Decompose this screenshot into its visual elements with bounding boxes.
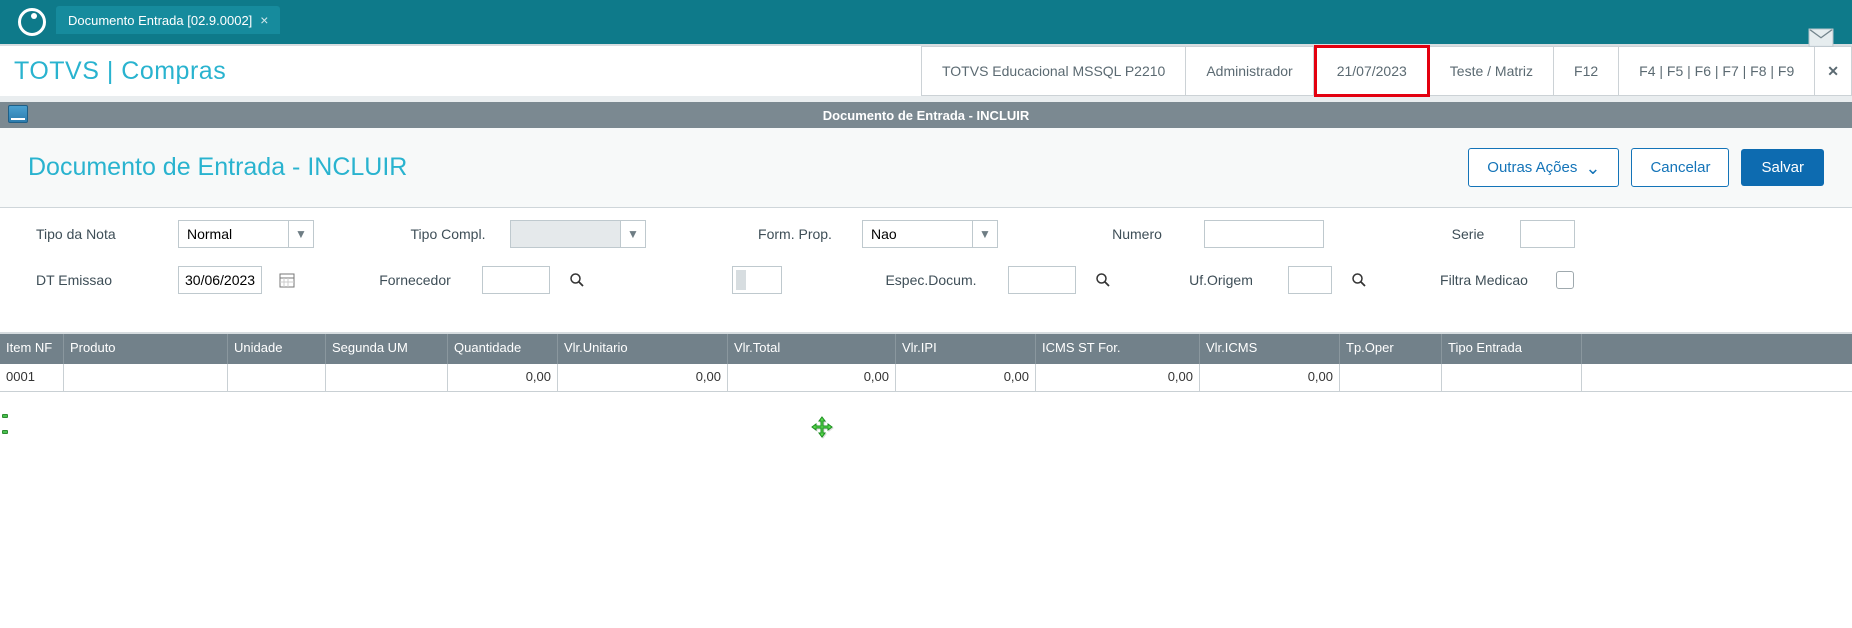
app-title: TOTVS | Compras xyxy=(0,57,226,86)
save-label: Salvar xyxy=(1761,159,1804,176)
page-actions: Outras Ações ⌄ Cancelar Salvar xyxy=(1468,148,1824,187)
subtitle-text: Documento de Entrada - INCLUIR xyxy=(823,108,1030,123)
app-header: TOTVS | Compras TOTVS Educacional MSSQL … xyxy=(0,44,1852,96)
dropdown-arrow-icon[interactable]: ▼ xyxy=(620,220,646,248)
other-actions-button[interactable]: Outras Ações ⌄ xyxy=(1468,148,1619,187)
col-tp-oper[interactable]: Tp.Oper xyxy=(1340,334,1442,364)
cell-produto[interactable] xyxy=(64,364,228,391)
marker-dot xyxy=(2,414,8,418)
form-prop-value[interactable] xyxy=(862,220,972,248)
cell-tipo-entrada[interactable] xyxy=(1442,364,1582,391)
cell-icms-st-for[interactable]: 0,00 xyxy=(1036,364,1200,391)
cell-vlr-ipi[interactable]: 0,00 xyxy=(896,364,1036,391)
cell-item[interactable]: 0001 xyxy=(0,364,64,391)
page-head: Documento de Entrada - INCLUIR Outras Aç… xyxy=(0,128,1852,208)
dropdown-arrow-icon[interactable]: ▼ xyxy=(972,220,998,248)
header-info-cells: TOTVS Educacional MSSQL P2210 Administra… xyxy=(921,46,1852,96)
cell-vlr-icms[interactable]: 0,00 xyxy=(1200,364,1340,391)
tipo-compl-value[interactable] xyxy=(510,220,620,248)
label-espec-docum: Espec.Docum. xyxy=(866,272,996,288)
uf-origem-input[interactable] xyxy=(1288,266,1332,294)
dropdown-arrow-icon[interactable]: ▼ xyxy=(288,220,314,248)
col-vlr-ipi[interactable]: Vlr.IPI xyxy=(896,334,1036,364)
cell-quantidade[interactable]: 0,00 xyxy=(448,364,558,391)
label-form-prop: Form. Prop. xyxy=(740,226,850,242)
col-unidade[interactable]: Unidade xyxy=(228,334,326,364)
label-filtra-medicao: Filtra Medicao xyxy=(1424,272,1544,288)
header-user[interactable]: Administrador xyxy=(1186,46,1313,96)
col-quantidade[interactable]: Quantidade xyxy=(448,334,558,364)
col-icms-st-for[interactable]: ICMS ST For. xyxy=(1036,334,1200,364)
search-icon[interactable] xyxy=(1092,269,1114,291)
window-restore-icon[interactable] xyxy=(8,105,28,123)
save-button[interactable]: Salvar xyxy=(1741,149,1824,186)
cell-tp-oper[interactable] xyxy=(1340,364,1442,391)
search-icon[interactable] xyxy=(566,269,588,291)
header-close-button[interactable]: ✕ xyxy=(1815,46,1852,96)
other-actions-label: Outras Ações xyxy=(1487,159,1577,176)
form-area: Tipo da Nota ▼ Tipo Compl. ▼ Form. Prop.… xyxy=(0,208,1852,332)
col-vlr-total[interactable]: Vlr.Total xyxy=(728,334,896,364)
grid-header: Item NF Produto Unidade Segunda UM Quant… xyxy=(0,334,1852,364)
header-branch[interactable]: Teste / Matriz xyxy=(1430,46,1554,96)
espec-docum-input[interactable] xyxy=(1008,266,1076,294)
label-fornecedor: Fornecedor xyxy=(360,272,470,288)
label-tipo-nota: Tipo da Nota xyxy=(36,226,166,242)
label-dt-emissao: DT Emissao xyxy=(36,272,166,288)
loja-input[interactable] xyxy=(732,266,782,294)
serie-input[interactable] xyxy=(1520,220,1575,248)
mail-icon[interactable] xyxy=(1808,28,1834,46)
header-env[interactable]: TOTVS Educacional MSSQL P2210 xyxy=(922,46,1186,96)
cancel-button[interactable]: Cancelar xyxy=(1631,148,1729,187)
app-logo-icon xyxy=(18,8,46,36)
fornecedor-input[interactable] xyxy=(482,266,550,294)
cell-vlr-total[interactable]: 0,00 xyxy=(728,364,896,391)
form-row-2: DT Emissao Fornecedor Espec.Docum. Uf.Or… xyxy=(36,266,1816,294)
tipo-nota-value[interactable] xyxy=(178,220,288,248)
label-numero: Numero xyxy=(1082,226,1192,242)
label-uf-origem: Uf.Origem xyxy=(1166,272,1276,288)
dt-emissao-input[interactable] xyxy=(178,266,262,294)
subtitle-bar: Documento de Entrada - INCLUIR xyxy=(0,102,1852,128)
title-bar: Documento Entrada [02.9.0002] × xyxy=(0,0,1852,44)
header-date[interactable]: 21/07/2023 xyxy=(1314,45,1430,97)
search-icon[interactable] xyxy=(1348,269,1370,291)
col-tipo-entrada[interactable]: Tipo Entrada xyxy=(1442,334,1582,364)
cell-vlr-unitario[interactable]: 0,00 xyxy=(558,364,728,391)
marker-dot xyxy=(2,430,8,434)
col-item[interactable]: Item NF xyxy=(0,334,64,364)
col-vlr-unitario[interactable]: Vlr.Unitario xyxy=(558,334,728,364)
calendar-icon[interactable] xyxy=(276,269,298,291)
cancel-label: Cancelar xyxy=(1650,159,1710,176)
tab-close-icon[interactable]: × xyxy=(260,12,268,28)
label-tipo-compl: Tipo Compl. xyxy=(398,226,498,242)
tab-title: Documento Entrada [02.9.0002] xyxy=(68,13,252,28)
col-segunda-um[interactable]: Segunda UM xyxy=(326,334,448,364)
col-vlr-icms[interactable]: Vlr.ICMS xyxy=(1200,334,1340,364)
header-f12[interactable]: F12 xyxy=(1554,46,1619,96)
cell-segunda-um[interactable] xyxy=(326,364,448,391)
numero-input[interactable] xyxy=(1204,220,1324,248)
tipo-compl-select[interactable]: ▼ xyxy=(510,220,646,248)
col-produto[interactable]: Produto xyxy=(64,334,228,364)
window-tab[interactable]: Documento Entrada [02.9.0002] × xyxy=(56,6,280,34)
form-prop-select[interactable]: ▼ xyxy=(862,220,998,248)
page-title: Documento de Entrada - INCLUIR xyxy=(28,153,407,182)
header-fkeys[interactable]: F4 | F5 | F6 | F7 | F8 | F9 xyxy=(1619,46,1815,96)
label-serie: Serie xyxy=(1428,226,1508,242)
tipo-nota-select[interactable]: ▼ xyxy=(178,220,314,248)
table-row[interactable]: 0001 0,00 0,00 0,00 0,00 0,00 0,00 xyxy=(0,364,1852,392)
form-row-1: Tipo da Nota ▼ Tipo Compl. ▼ Form. Prop.… xyxy=(36,220,1816,248)
items-grid: Item NF Produto Unidade Segunda UM Quant… xyxy=(0,332,1852,392)
cell-unidade[interactable] xyxy=(228,364,326,391)
move-cursor-icon xyxy=(811,416,833,443)
filtra-medicao-checkbox[interactable] xyxy=(1556,271,1574,289)
